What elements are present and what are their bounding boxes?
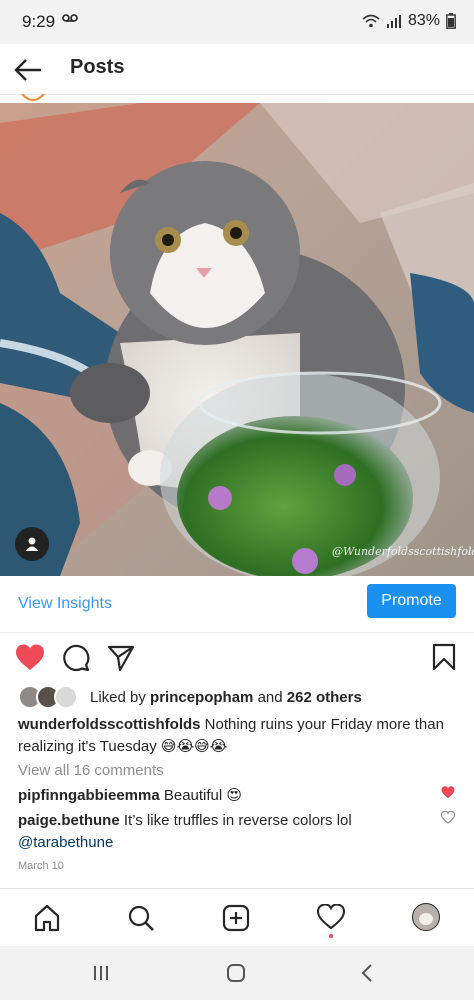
share-icon[interactable] [107, 644, 135, 672]
add-icon[interactable] [222, 904, 250, 932]
liked-others[interactable]: 262 others [287, 689, 362, 706]
battery-icon [446, 13, 456, 29]
comment-username[interactable]: pipfinngabbieemma [18, 787, 160, 804]
status-bar: 9:29 83% [0, 0, 474, 44]
post-author-avatar-edge [21, 94, 45, 101]
liked-user[interactable]: princepopham [150, 689, 253, 706]
comment-like-heart-outline-icon[interactable] [441, 811, 455, 824]
heart-icon[interactable] [15, 644, 45, 672]
promote-button[interactable]: Promote [367, 584, 456, 618]
system-back-icon[interactable] [360, 963, 374, 983]
liked-and: and [253, 688, 287, 706]
view-insights-link[interactable]: View Insights [18, 595, 112, 613]
back-arrow-icon[interactable] [12, 54, 44, 86]
comment-username[interactable]: paige.bethune [18, 812, 120, 829]
comment-like-heart-icon[interactable] [441, 786, 455, 799]
comment-item: pipfinngabbieemma Beautiful 😍 [18, 785, 428, 807]
bookmark-icon[interactable] [432, 643, 456, 671]
liked-prefix: Liked by [90, 688, 146, 706]
page-title: Posts [70, 56, 125, 78]
post-caption: wunderfoldsscottishfolds Nothing ruins y… [18, 714, 462, 758]
liker-avatars [18, 685, 78, 709]
post-actions [0, 636, 474, 680]
recent-apps-icon[interactable] [92, 964, 110, 982]
post-date: March 10 [18, 860, 64, 872]
app-bar: Posts [0, 44, 474, 95]
search-icon[interactable] [127, 904, 155, 932]
bottom-nav [0, 888, 474, 947]
liked-by-row[interactable]: Liked by princepopham and 262 others [18, 685, 362, 709]
tagged-users-button[interactable] [15, 527, 49, 561]
battery-percent: 83% [407, 12, 440, 29]
comment-item: paige.bethune It’s like truffles in reve… [18, 810, 428, 854]
home-button-icon[interactable] [226, 963, 246, 983]
cat-image [0, 103, 474, 576]
status-time: 9:29 [22, 12, 56, 31]
system-nav-bar [0, 946, 474, 1000]
post-photo[interactable] [0, 103, 474, 576]
profile-icon[interactable] [412, 903, 440, 931]
avatar [54, 685, 78, 709]
comment-text: Beautiful 😍 [159, 787, 243, 804]
comment-text: It’s like truffles in reverse colors lol [119, 812, 352, 829]
voicemail-icon [62, 14, 78, 22]
activity-dot [329, 934, 333, 938]
wifi-icon [362, 14, 380, 28]
comment-icon[interactable] [62, 644, 90, 672]
signal-icon [386, 15, 401, 28]
view-all-comments-link[interactable]: View all 16 comments [18, 762, 164, 779]
photo-watermark: @Wunderfoldsscottishfolds [332, 545, 474, 558]
caption-username[interactable]: wunderfoldsscottishfolds [18, 716, 201, 733]
activity-icon[interactable] [317, 904, 345, 930]
home-icon[interactable] [33, 904, 61, 932]
user-icon [25, 537, 39, 551]
comment-mention[interactable]: @tarabethune [18, 834, 113, 851]
